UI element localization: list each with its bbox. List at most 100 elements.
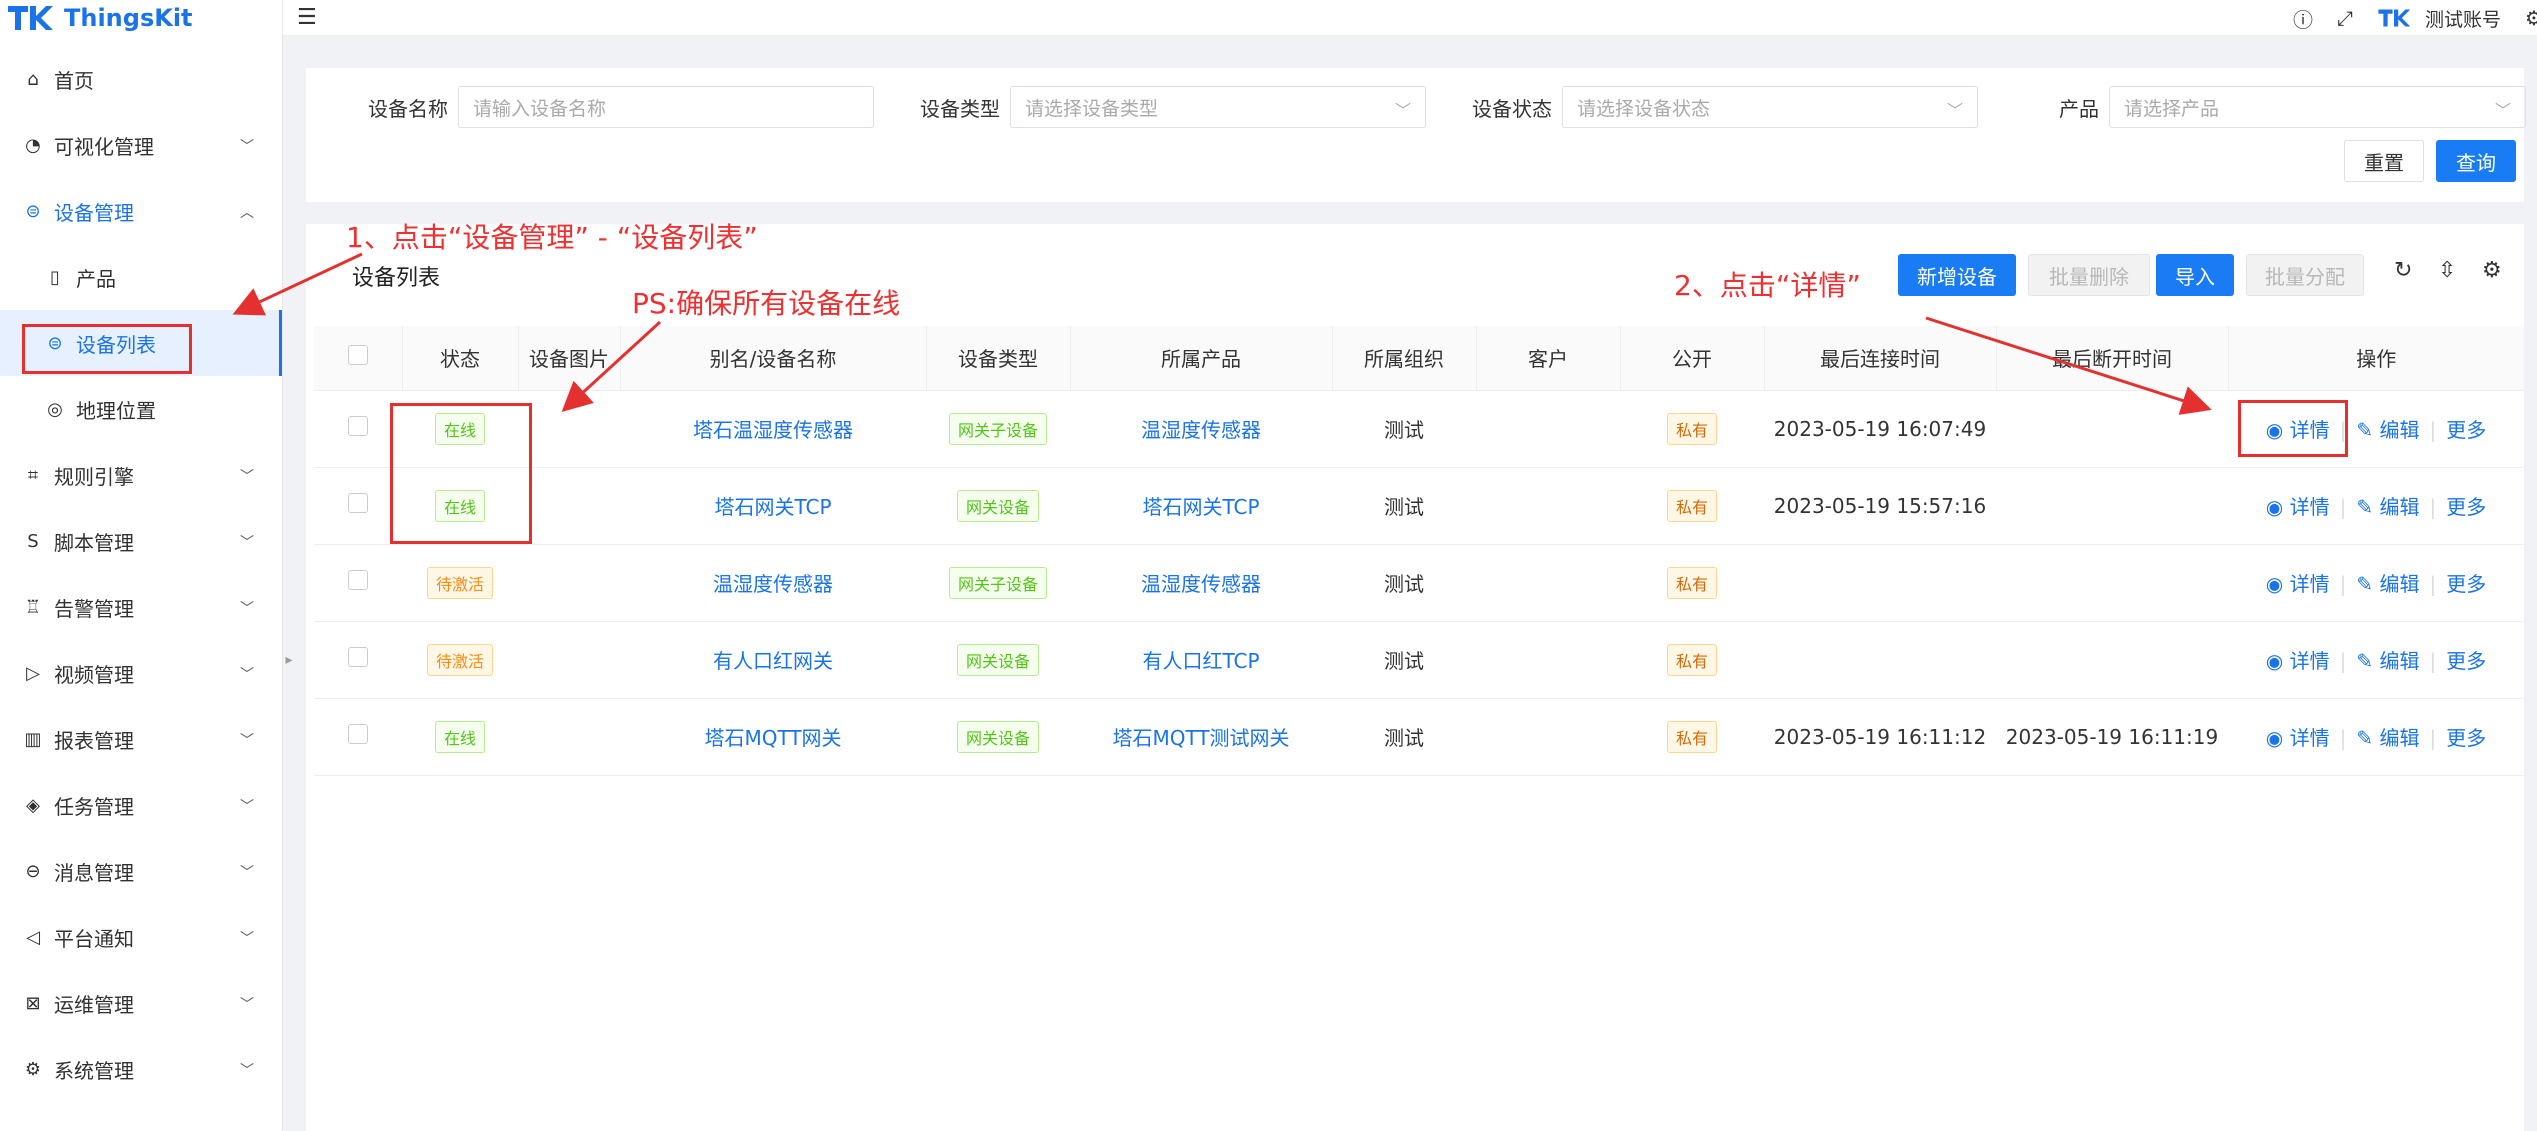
import-button[interactable]: 导入 bbox=[2156, 254, 2234, 296]
detail-button[interactable]: ◉ 详情 bbox=[2266, 726, 2330, 750]
col-last-disconnect[interactable]: 最后断开时间 bbox=[1996, 326, 2229, 391]
query-button[interactable]: 查询 bbox=[2436, 140, 2516, 182]
public-cell: 私有 bbox=[1620, 698, 1764, 776]
more-button[interactable]: 更多 bbox=[2446, 649, 2486, 673]
sidebar-item-message[interactable]: ⊖ 消息管理 ﹀ bbox=[0, 838, 282, 904]
actions-cell: ◉ 详情 | ✎ 编辑 | 更多 bbox=[2228, 621, 2524, 699]
sidebar-item-dashboard[interactable]: ◔ 可视化管理 ﹀ bbox=[0, 112, 282, 178]
sidebar-item-label: 任务管理 bbox=[54, 794, 134, 819]
edit-button[interactable]: ✎ 编辑 bbox=[2356, 495, 2419, 519]
sidebar-item-location[interactable]: ◎ 地理位置 bbox=[0, 376, 282, 442]
col-public[interactable]: 公开 bbox=[1620, 326, 1765, 391]
device-name-link[interactable]: 温湿度传感器 bbox=[713, 572, 833, 596]
edit-button[interactable]: ✎ 编辑 bbox=[2356, 418, 2419, 442]
settings-icon[interactable]: ⚙ bbox=[2525, 6, 2537, 30]
sidebar-item-report[interactable]: ▥ 报表管理 ﹀ bbox=[0, 706, 282, 772]
sidebar-item-file[interactable]: ▯ 产品 bbox=[0, 244, 282, 310]
more-button[interactable]: 更多 bbox=[2446, 418, 2486, 442]
logo[interactable]: ThingsKit bbox=[0, 0, 282, 36]
sidebar-item-task[interactable]: ◈ 任务管理 ﹀ bbox=[0, 772, 282, 838]
sidebar-collapse-handle[interactable]: ▸ bbox=[283, 640, 295, 680]
batch-delete-button[interactable]: 批量删除 bbox=[2028, 254, 2150, 296]
sidebar-item-device[interactable]: ⊜ 设备管理 ︿ bbox=[0, 178, 282, 244]
detail-button[interactable]: ◉ 详情 bbox=[2266, 495, 2330, 519]
more-button[interactable]: 更多 bbox=[2446, 495, 2486, 519]
sidebar-item-video[interactable]: ▷ 视频管理 ﹀ bbox=[0, 640, 282, 706]
product-link[interactable]: 塔石MQTT测试网关 bbox=[1112, 726, 1289, 750]
row-checkbox[interactable] bbox=[348, 647, 368, 667]
product-link[interactable]: 温湿度传感器 bbox=[1141, 418, 1261, 442]
sidebar-item-home[interactable]: ⌂ 首页 bbox=[0, 46, 282, 112]
detail-button[interactable]: ◉ 详情 bbox=[2266, 572, 2330, 596]
device-name-link[interactable]: 有人口红网关 bbox=[713, 649, 833, 673]
col-customer[interactable]: 客户 bbox=[1476, 326, 1621, 391]
select-all-cell bbox=[314, 326, 403, 391]
device-name-link[interactable]: 塔石温湿度传感器 bbox=[693, 418, 853, 442]
row-checkbox[interactable] bbox=[348, 570, 368, 590]
col-type[interactable]: 设备类型 bbox=[926, 326, 1071, 391]
edit-button[interactable]: ✎ 编辑 bbox=[2356, 726, 2419, 750]
sidebar-item-rule[interactable]: ⌗ 规则引擎 ﹀ bbox=[0, 442, 282, 508]
last-disconnect-cell bbox=[1996, 621, 2228, 699]
image-cell bbox=[518, 698, 620, 776]
device-type-select[interactable]: 请选择设备类型 ﹀ bbox=[1010, 86, 1426, 128]
org-cell: 测试 bbox=[1332, 621, 1476, 699]
last-connect-cell: 2023-05-19 16:11:12 bbox=[1764, 698, 1996, 776]
column-height-icon[interactable]: ⇳ bbox=[2438, 258, 2456, 283]
device-status-select[interactable]: 请选择设备状态 ﹀ bbox=[1562, 86, 1978, 128]
sidebar-item-notice[interactable]: ◁ 平台通知 ﹀ bbox=[0, 904, 282, 970]
edit-button[interactable]: ✎ 编辑 bbox=[2356, 649, 2419, 673]
column-settings-icon[interactable]: ⚙ bbox=[2482, 258, 2502, 283]
dashboard-icon: ◔ bbox=[25, 134, 41, 156]
menu-fold-icon[interactable]: ☰ bbox=[297, 5, 317, 30]
sidebar-item-label: 设备管理 bbox=[54, 200, 134, 225]
col-last-connect[interactable]: 最后连接时间 bbox=[1764, 326, 1997, 391]
sidebar-item-script[interactable]: S 脚本管理 ﹀ bbox=[0, 508, 282, 574]
product-link[interactable]: 有人口红TCP bbox=[1142, 649, 1259, 673]
row-checkbox[interactable] bbox=[348, 493, 368, 513]
table-header-row: 状态 设备图片 别名/设备名称 设备类型 所属产品 所属组织 客户 公开 最后连… bbox=[314, 326, 2524, 391]
refresh-icon[interactable]: ↻ bbox=[2394, 258, 2412, 283]
add-device-button[interactable]: 新增设备 bbox=[1898, 254, 2016, 296]
sidebar-item-ops[interactable]: ⊠ 运维管理 ﹀ bbox=[0, 970, 282, 1036]
edit-icon: ✎ bbox=[2356, 649, 2374, 673]
edit-button[interactable]: ✎ 编辑 bbox=[2356, 572, 2419, 596]
sidebar-item-alarm[interactable]: ♖ 告警管理 ﹀ bbox=[0, 574, 282, 640]
select-all-checkbox[interactable] bbox=[347, 345, 368, 366]
product-link[interactable]: 塔石网关TCP bbox=[1142, 495, 1259, 519]
customer-cell bbox=[1476, 544, 1620, 622]
col-name[interactable]: 别名/设备名称 bbox=[620, 326, 927, 391]
detail-button[interactable]: ◉ 详情 bbox=[2266, 649, 2330, 673]
last-connect-cell: 2023-05-19 15:57:16 bbox=[1764, 467, 1996, 545]
customer-cell bbox=[1476, 698, 1620, 776]
row-checkbox[interactable] bbox=[348, 724, 368, 744]
device-name-link[interactable]: 塔石MQTT网关 bbox=[704, 726, 841, 750]
public-cell: 私有 bbox=[1620, 621, 1764, 699]
account-menu[interactable]: 测试账号 bbox=[2377, 5, 2501, 32]
device-name-input[interactable]: 请输入设备名称 bbox=[458, 86, 874, 128]
public-badge: 私有 bbox=[1666, 643, 1717, 676]
public-cell: 私有 bbox=[1620, 390, 1764, 468]
org-cell: 测试 bbox=[1332, 698, 1476, 776]
fullscreen-icon[interactable]: ⤢ bbox=[2337, 6, 2353, 30]
col-product[interactable]: 所属产品 bbox=[1070, 326, 1333, 391]
help-icon[interactable]: ⓘ bbox=[2293, 4, 2313, 33]
device-type-field: 设备类型 请选择设备类型 ﹀ bbox=[920, 86, 1426, 128]
col-image[interactable]: 设备图片 bbox=[518, 326, 621, 391]
product-cell: 塔石网关TCP bbox=[1070, 467, 1332, 545]
product-link[interactable]: 温湿度传感器 bbox=[1141, 572, 1261, 596]
sidebar-item-label: 平台通知 bbox=[54, 926, 134, 951]
more-button[interactable]: 更多 bbox=[2446, 726, 2486, 750]
col-org[interactable]: 所属组织 bbox=[1332, 326, 1477, 391]
reset-button[interactable]: 重置 bbox=[2344, 140, 2424, 182]
sidebar-item-settings[interactable]: ⚙ 系统管理 ﹀ bbox=[0, 1036, 282, 1102]
batch-assign-button[interactable]: 批量分配 bbox=[2246, 254, 2364, 296]
col-status[interactable]: 状态 bbox=[402, 326, 519, 391]
sidebar-item-label: 视频管理 bbox=[54, 662, 134, 687]
more-button[interactable]: 更多 bbox=[2446, 572, 2486, 596]
last-connect-cell: 2023-05-19 16:07:49 bbox=[1764, 390, 1996, 468]
row-checkbox[interactable] bbox=[348, 416, 368, 436]
product-select[interactable]: 请选择产品 ﹀ bbox=[2109, 86, 2526, 128]
divider: | bbox=[2339, 495, 2347, 519]
device-name-link[interactable]: 塔石网关TCP bbox=[714, 495, 831, 519]
